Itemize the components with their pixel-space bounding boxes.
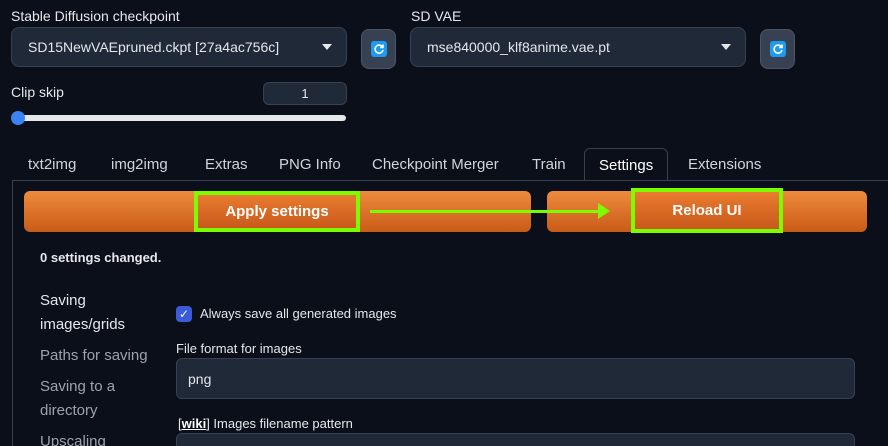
tab-extras[interactable]: Extras (191, 148, 262, 181)
file-format-input[interactable]: png (176, 358, 855, 399)
clip-skip-slider-thumb[interactable] (11, 111, 25, 125)
refresh-checkpoint-button[interactable] (361, 29, 396, 69)
vae-dropdown[interactable]: mse840000_klf8anime.vae.pt (410, 27, 746, 67)
checkpoint-label: Stable Diffusion checkpoint (11, 8, 180, 24)
annotation-arrow-line (370, 210, 598, 213)
filename-pattern-label: [wiki] Images filename pattern (178, 416, 353, 431)
sidebar-item-paths-for-saving[interactable]: Paths for saving (40, 344, 160, 368)
sidebar-item-saving-images-grids[interactable]: Saving images/grids (40, 289, 150, 337)
tab-extensions[interactable]: Extensions (674, 148, 775, 181)
settings-changed-status: 0 settings changed. (40, 250, 162, 265)
always-save-label: Always save all generated images (200, 306, 397, 321)
tab-settings[interactable]: Settings (584, 148, 669, 181)
sidebar-item-saving-to-directory[interactable]: Saving to a directory (40, 375, 140, 423)
tab-train[interactable]: Train (518, 148, 580, 181)
checkpoint-value: SD15NewVAEpruned.ckpt [27a4ac756c] (28, 39, 280, 55)
filename-pattern-input[interactable] (176, 433, 855, 446)
tab-txt2img[interactable]: txt2img (14, 148, 90, 181)
reload-ui-button[interactable]: Reload UI (631, 188, 783, 233)
vae-label: SD VAE (411, 8, 462, 24)
clip-skip-number-input[interactable]: 1 (263, 82, 347, 105)
check-icon: ✓ (178, 307, 190, 321)
file-format-label: File format for images (176, 341, 302, 356)
sidebar-item-upscaling[interactable]: Upscaling (40, 430, 150, 446)
checkpoint-dropdown[interactable]: SD15NewVAEpruned.ckpt [27a4ac756c] (11, 27, 347, 67)
clip-skip-slider-track[interactable] (13, 115, 346, 121)
refresh-icon (370, 41, 387, 57)
refresh-icon (769, 41, 786, 57)
annotation-arrow-head (598, 203, 610, 219)
filename-pattern-suffix: ] Images filename pattern (206, 416, 353, 431)
tab-img2img[interactable]: img2img (97, 148, 182, 181)
refresh-vae-button[interactable] (760, 29, 795, 69)
chevron-down-icon (721, 44, 731, 50)
tab-png-info[interactable]: PNG Info (265, 148, 355, 181)
always-save-checkbox[interactable]: ✓ (176, 306, 192, 322)
chevron-down-icon (322, 44, 332, 50)
wiki-link[interactable]: wiki (182, 416, 207, 431)
main-tabs: txt2img img2img Extras PNG Info Checkpoi… (12, 148, 888, 181)
apply-settings-button[interactable]: Apply settings (194, 191, 360, 232)
vae-value: mse840000_klf8anime.vae.pt (427, 39, 610, 55)
clip-skip-label: Clip skip (11, 84, 64, 100)
file-format-value: png (188, 370, 212, 387)
tab-checkpoint-merger[interactable]: Checkpoint Merger (358, 148, 513, 181)
